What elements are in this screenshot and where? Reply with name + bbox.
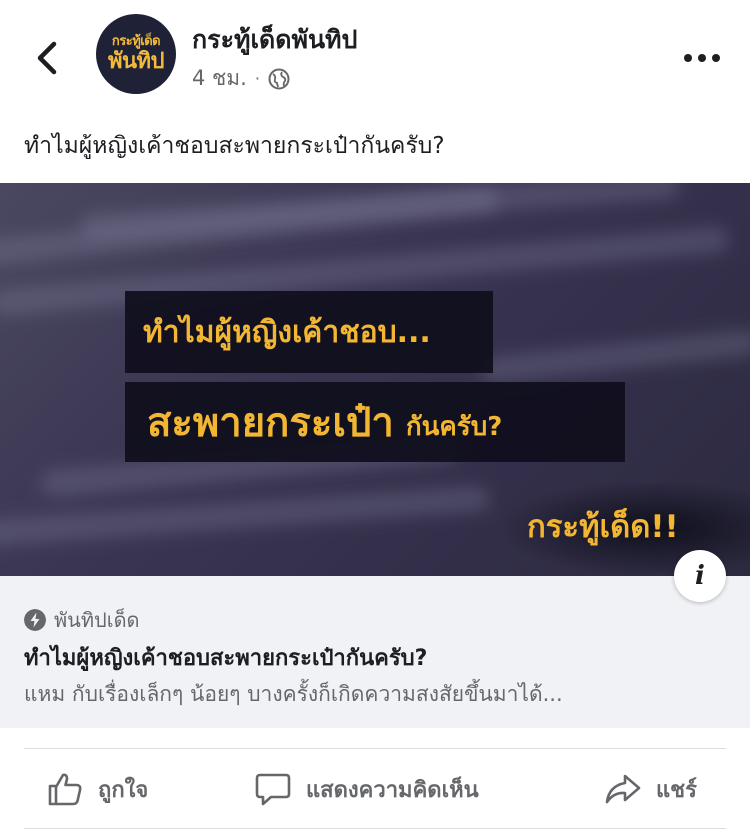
- post-time[interactable]: 4 ชม.: [192, 62, 247, 95]
- dot-icon: [684, 54, 692, 62]
- avatar-text-bottom: พันทิป: [107, 48, 165, 74]
- share-label: แชร์: [656, 777, 697, 803]
- info-button[interactable]: i: [674, 550, 726, 602]
- like-label: ถูกใจ: [98, 777, 149, 803]
- link-source: พันทิปเด็ด: [24, 604, 140, 636]
- comment-icon: [255, 773, 291, 806]
- page-name[interactable]: กระทู้เด็ดพันทิป: [192, 20, 357, 60]
- share-icon: [605, 774, 641, 804]
- link-preview[interactable]: พันทิปเด็ด ทำไมผู้หญิงเค้าชอบสะพายกระเป๋…: [0, 576, 750, 728]
- image-headline-line1: ทำไมผู้หญิงเค้าชอบ...: [125, 291, 493, 373]
- avatar-text-top: กระทู้เด็ด: [111, 33, 161, 49]
- dot-icon: [698, 54, 706, 62]
- back-arrow-icon[interactable]: [30, 38, 64, 78]
- link-description: แหม กับเรื่องเล็กๆ น้อยๆ บางครั้งก็เกิดค…: [24, 682, 563, 706]
- dot-icon: [712, 54, 720, 62]
- more-options-button[interactable]: [684, 52, 720, 64]
- like-button[interactable]: ถูกใจ: [46, 770, 148, 808]
- meta-separator: ·: [254, 69, 260, 88]
- comment-label: แสดงความคิดเห็น: [306, 777, 479, 803]
- post-image[interactable]: ทำไมผู้หญิงเค้าชอบ... สะพายกระเป๋า กันคร…: [0, 183, 750, 576]
- post-meta: 4 ชม. ·: [192, 62, 290, 95]
- thumbs-up-icon: [48, 773, 82, 806]
- post-text: ทำไมผู้หญิงเค้าชอบสะพายกระเป๋ากันครับ?: [24, 133, 445, 159]
- comment-button[interactable]: แสดงความคิดเห็น: [254, 770, 479, 808]
- background-blur-stripe: [79, 183, 681, 240]
- image-headline-line2: สะพายกระเป๋า กันครับ?: [125, 382, 625, 462]
- action-bar: ถูกใจ แสดงความคิดเห็น แชร์: [0, 748, 750, 830]
- image-headline-suffix: กันครับ?: [405, 411, 503, 442]
- lightning-icon: [24, 609, 46, 631]
- link-title: ทำไมผู้หญิงเค้าชอบสะพายกระเป๋ากันครับ?: [24, 646, 428, 671]
- globe-icon: [268, 68, 290, 89]
- image-headline-emphasis: สะพายกระเป๋า: [147, 400, 394, 446]
- divider: [24, 828, 726, 829]
- share-button[interactable]: แชร์: [604, 770, 697, 808]
- link-source-label: พันทิปเด็ด: [54, 608, 140, 632]
- background-blur-stripe: [479, 328, 750, 384]
- page-avatar[interactable]: กระทู้เด็ด พันทิป: [96, 14, 176, 94]
- post-header: กระทู้เด็ด พันทิป กระทู้เด็ดพันทิป 4 ชม.…: [0, 0, 750, 110]
